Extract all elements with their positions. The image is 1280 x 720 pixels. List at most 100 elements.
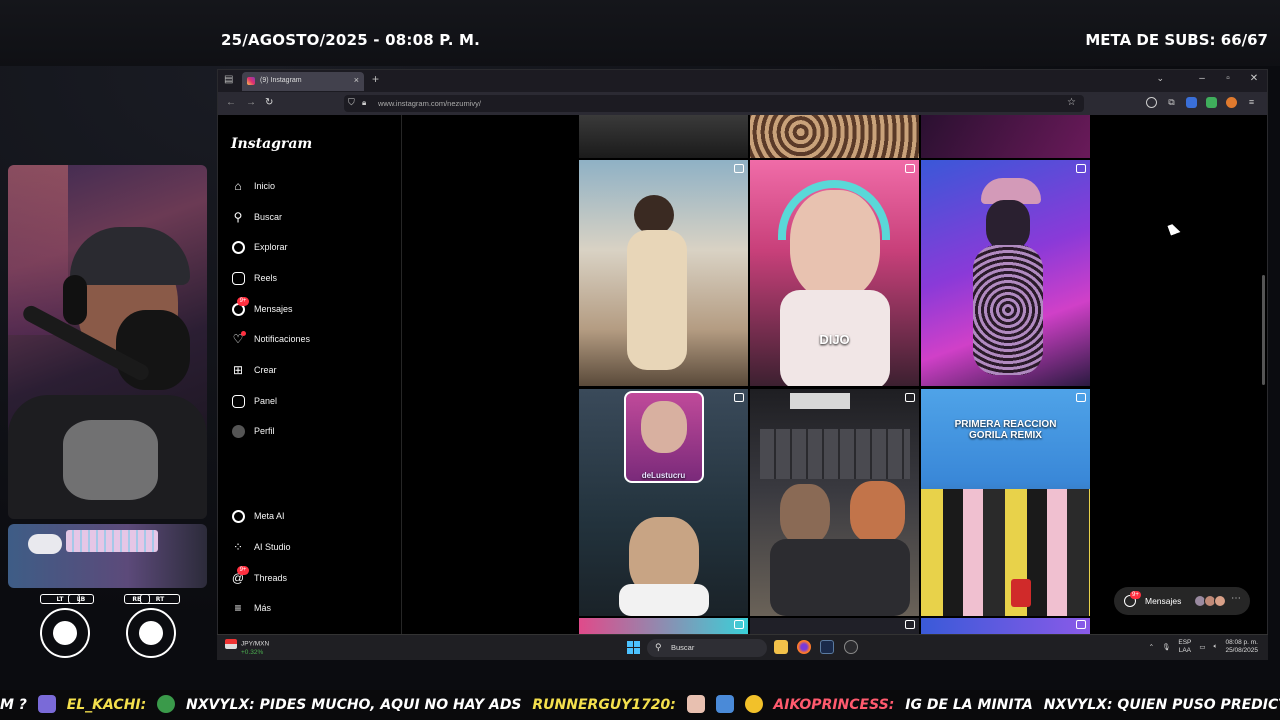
profile-post-grid: DIJO deLustucru PRIMERA REACCION GORILA … [579, 115, 1091, 634]
reel-icon [905, 620, 915, 629]
post-thumbnail[interactable] [921, 115, 1090, 158]
minimize-button[interactable]: – [1197, 73, 1207, 84]
post-thumbnail[interactable] [750, 389, 919, 616]
bookmark-star-icon[interactable]: ☆ [1067, 97, 1076, 108]
sidebar-item-reels[interactable]: Reels [231, 268, 277, 288]
taskbar-search[interactable]: ⚲ Buscar [647, 639, 767, 657]
windows-start-icon[interactable] [627, 641, 640, 654]
extension-icons: ⧉ ≡ [1146, 97, 1257, 108]
post-thumbnail[interactable] [579, 160, 748, 386]
sidebar-item-notificaciones[interactable]: ♡ Notificaciones [231, 329, 310, 349]
clock[interactable]: 08:08 p. m. 25/08/2025 [1225, 639, 1258, 655]
post-thumbnail[interactable] [921, 618, 1090, 634]
chevron-down-icon[interactable]: ⌄ [1156, 73, 1164, 84]
sidebar-item-label: Más [254, 603, 272, 613]
post-thumbnail[interactable]: PRIMERA REACCION GORILA REMIX [921, 389, 1090, 616]
flag-icon [225, 639, 237, 649]
post-thumbnail[interactable] [750, 618, 919, 634]
stock-change: +0.32% [241, 649, 264, 656]
rt-button-indicator: RT [140, 594, 180, 604]
reel-icon [734, 164, 744, 173]
microphone-icon[interactable]: 🎙︎ [1162, 643, 1170, 651]
navigation-toolbar: ← → ↻ ⛉ 🔒︎ www.instagram.com/nezumivy/ ☆… [218, 92, 1267, 115]
emote-icon [715, 695, 734, 713]
reel-icon [734, 620, 744, 629]
url-text[interactable]: www.instagram.com/nezumivy/ [378, 99, 481, 108]
app-icon[interactable] [844, 640, 858, 654]
reel-icon [1076, 393, 1086, 402]
reels-icon [231, 271, 245, 285]
emote-icon [157, 695, 176, 713]
lock-icon[interactable]: 🔒︎ [362, 98, 366, 108]
instagram-logo[interactable]: Instagram [231, 136, 312, 152]
ticker-message: M ? [0, 697, 27, 713]
chat-ticker: M ? EL_KACHI: NXVYLX: PIDES MUCHO, AQUI … [0, 690, 1280, 720]
windows-taskbar: JPY/MXN +0.32% ⚲ Buscar ⌃ 🎙︎ ESP LAA ▭ 🔈︎… [217, 634, 1268, 660]
sidebar-item-panel[interactable]: Panel [231, 391, 277, 411]
shield-icon[interactable]: ⛉ [348, 97, 355, 108]
tab-instagram[interactable]: (9) Instagram × [242, 72, 364, 91]
network-icon[interactable]: ▭ [1199, 643, 1205, 651]
stock-widget[interactable]: JPY/MXN +0.32% [225, 639, 269, 657]
sidebar-item-ai-studio[interactable]: ⁘ AI Studio [231, 537, 291, 557]
heart-icon: ♡ [231, 331, 246, 346]
post-thumbnail[interactable] [579, 115, 748, 158]
stock-symbol: JPY/MXN [241, 640, 270, 648]
sidebar-item-mas[interactable]: ≡ Más [231, 598, 271, 618]
extensions-icon[interactable]: ⧉ [1166, 97, 1177, 108]
sidebar-item-crear[interactable]: ⊞ Crear [231, 360, 277, 380]
forward-button[interactable]: → [246, 97, 256, 108]
list-all-tabs-icon[interactable]: ▤ [224, 74, 233, 85]
reel-icon [1076, 164, 1086, 173]
steam-icon[interactable] [820, 640, 834, 654]
extension-orange-icon[interactable] [1226, 97, 1237, 108]
post-thumbnail[interactable]: deLustucru [579, 389, 748, 616]
emote-icon [37, 695, 56, 713]
account-icon[interactable] [1146, 97, 1157, 108]
firefox-icon[interactable] [797, 640, 811, 654]
search-placeholder: Buscar [671, 643, 695, 652]
desk-camera-feed [8, 524, 207, 588]
sidebar-item-buscar[interactable]: ⚲ Buscar [231, 207, 282, 227]
new-tab-button[interactable]: + [372, 72, 379, 86]
stream-overlay-header: 25/AGOSTO/2025 - 08:08 P. M. META DE SUB… [0, 0, 1280, 66]
extension-green-icon[interactable] [1206, 97, 1217, 108]
page-scrollbar[interactable] [1262, 275, 1265, 385]
controller-overlay: LT LB RB RT [38, 592, 180, 662]
sidebar-item-mensajes[interactable]: 9+ Mensajes [231, 297, 293, 319]
sidebar-item-label: Threads [254, 573, 288, 583]
close-tab-icon[interactable]: × [354, 75, 359, 85]
webcam-feed [8, 165, 207, 519]
sidebar-item-threads[interactable]: @9+ Threads [231, 566, 288, 588]
post-thumbnail[interactable] [921, 160, 1090, 386]
messages-floating-button[interactable]: 9+ Mensajes ⋯ [1114, 587, 1250, 615]
post-thumbnail[interactable] [750, 115, 919, 158]
ticker-username: EL_KACHI: [66, 697, 147, 713]
maximize-button[interactable]: ▫ [1223, 73, 1233, 84]
emote-icon [686, 695, 705, 713]
unread-badge: 9+ [237, 566, 249, 575]
chevron-up-icon[interactable]: ⌃ [1149, 643, 1154, 651]
reel-icon [905, 393, 915, 402]
ticker-message: NXVYLX: QUIEN PUSO PREDICT TONS [1043, 697, 1280, 713]
volume-icon[interactable]: 🔈︎ [1214, 643, 1218, 651]
menu-icon: ≡ [234, 601, 242, 615]
extension-blue-icon[interactable] [1186, 97, 1197, 108]
back-button[interactable]: ← [226, 97, 236, 108]
sidebar-item-perfil[interactable]: Perfil [231, 421, 275, 441]
meta-ai-icon [231, 509, 245, 523]
sidebar-item-explorar[interactable]: Explorar [231, 237, 288, 257]
right-stick-indicator [126, 608, 176, 658]
sidebar-item-meta-ai[interactable]: Meta AI [231, 506, 285, 526]
close-window-button[interactable]: ✕ [1249, 73, 1259, 84]
app-menu-icon[interactable]: ≡ [1246, 97, 1257, 108]
language-indicator[interactable]: ESP LAA [1178, 639, 1191, 655]
sidebar-item-inicio[interactable]: ⌂ Inicio [231, 176, 275, 196]
reload-button[interactable]: ↻ [265, 97, 273, 108]
sidebar-item-label: Notificaciones [254, 334, 311, 344]
post-thumbnail[interactable] [579, 618, 748, 634]
post-thumbnail[interactable]: DIJO [750, 160, 919, 386]
address-bar[interactable]: ⛉ 🔒︎ www.instagram.com/nezumivy/ ☆ [344, 95, 1084, 112]
file-explorer-icon[interactable] [774, 640, 788, 654]
ticker-message: IG DE LA MINITA [905, 697, 1033, 713]
